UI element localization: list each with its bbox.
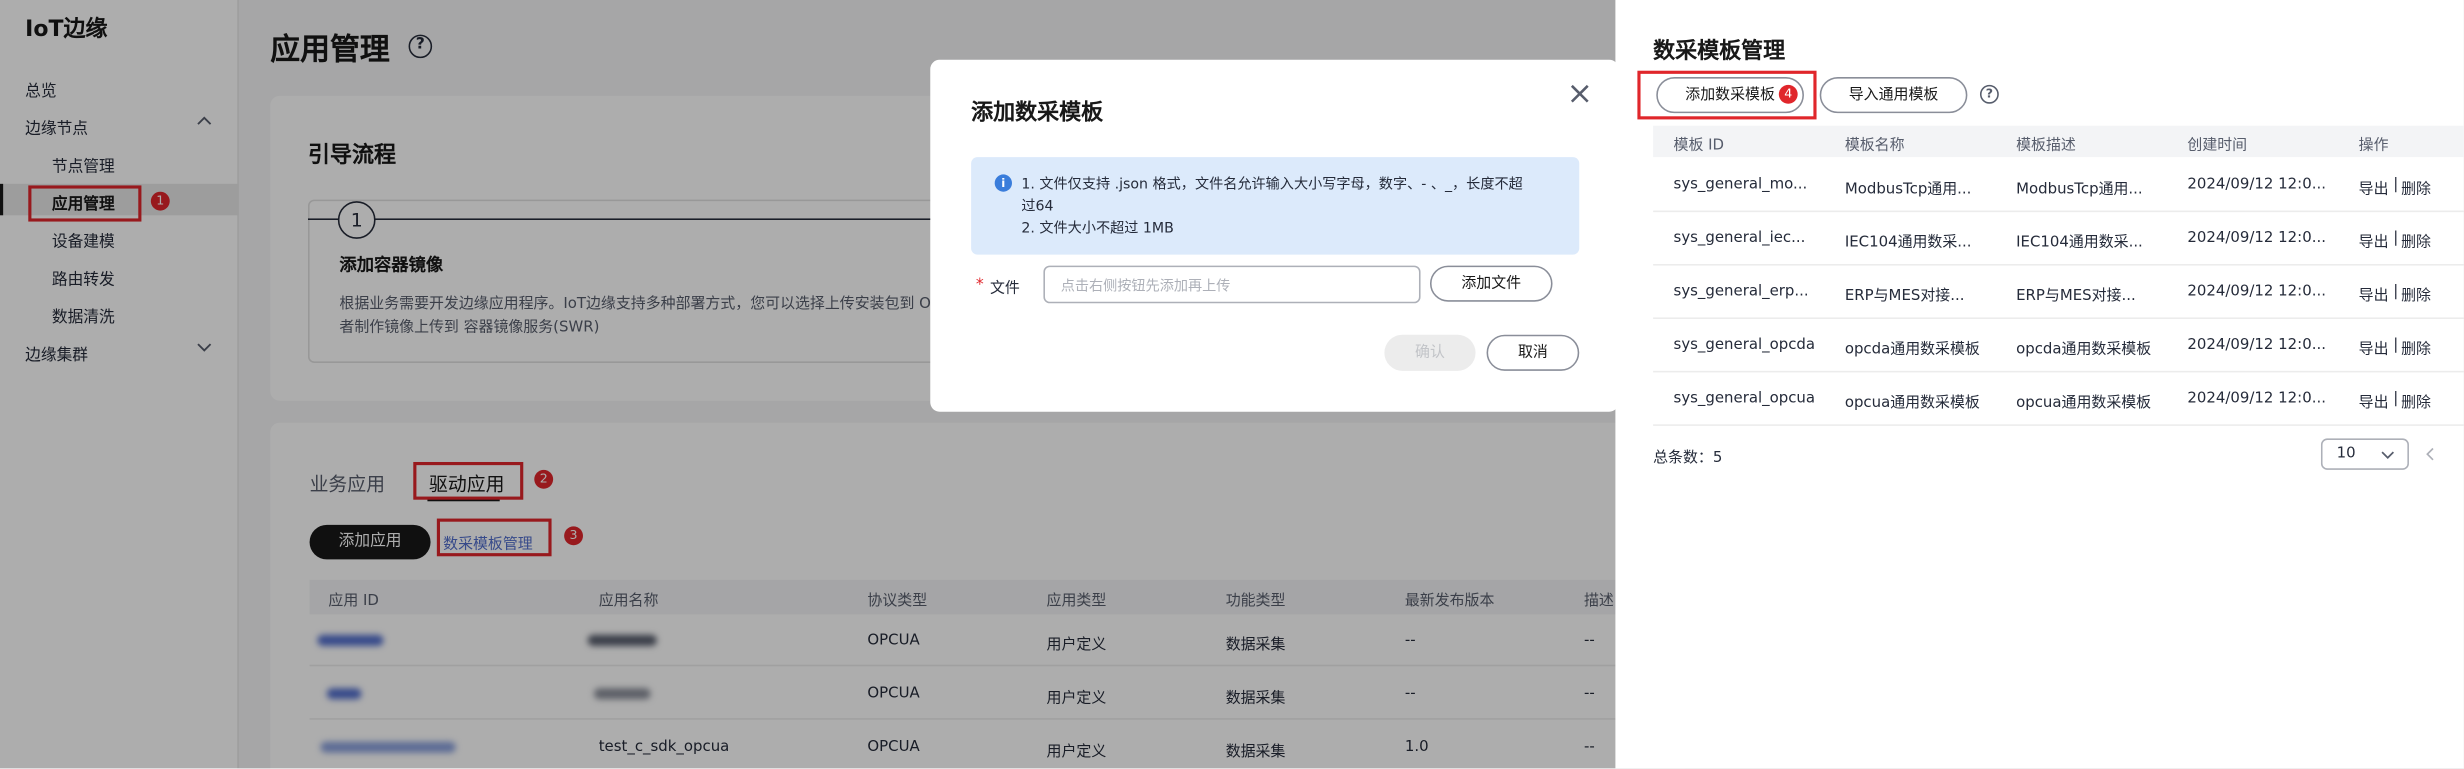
cell-template-desc: opcda通用数采模板	[2016, 340, 2152, 359]
add-file-button[interactable]: 添加文件	[1429, 265, 1553, 302]
cell-template-id: sys_general_opcda	[1673, 336, 1816, 354]
row-divider	[1653, 263, 2464, 266]
cell-template-name: IEC104通用数采...	[1844, 234, 1972, 252]
col-template-name: 模板名称	[1844, 136, 1905, 154]
confirm-button[interactable]: 确认	[1384, 334, 1476, 371]
export-link[interactable]: 导出	[2359, 176, 2389, 198]
cancel-button[interactable]: 取消	[1486, 334, 1580, 371]
highlight-box-4	[1637, 70, 1817, 120]
file-input-placeholder: 点击右侧按钮先添加再上传	[1060, 279, 1231, 296]
total-count: 总条数：5	[1653, 449, 1723, 467]
cell-created-time: 2024/09/12 12:0...	[2187, 229, 2326, 247]
cell-created-time: 2024/09/12 12:0...	[2187, 282, 2326, 301]
info-banner: i 1. 文件仅支持 .json 格式，文件名允许输入大小写字母，数字、- 、_…	[971, 157, 1580, 255]
dialog-title: 添加数采模板	[971, 100, 1104, 126]
file-label: 文件	[989, 279, 1020, 297]
col-created-time: 创建时间	[2187, 136, 2248, 154]
cell-template-id: sys_general_iec...	[1673, 229, 1806, 247]
drawer-title: 数采模板管理	[1653, 39, 1786, 65]
delete-link[interactable]: 删除	[2401, 336, 2431, 358]
cell-template-desc: IEC104通用数采...	[2016, 234, 2143, 252]
cell-template-name: opcua通用数采模板	[1844, 394, 1980, 412]
drawer-help-icon[interactable]: ?	[1979, 84, 1999, 104]
cell-template-desc: ERP与MES对接...	[2016, 287, 2136, 305]
chevron-down-icon	[2381, 451, 2394, 459]
row-divider	[1653, 317, 2464, 319]
prev-page-icon[interactable]	[2423, 446, 2437, 462]
row-divider	[1653, 370, 2464, 373]
add-template-dialog: 添加数采模板 × i 1. 文件仅支持 .json 格式，文件名允许输入大小写字…	[930, 59, 1619, 412]
delete-link[interactable]: 删除	[2401, 283, 2431, 305]
info-line-2: 过64	[1021, 199, 1054, 216]
required-mark: *	[975, 276, 984, 294]
info-line-3: 2. 文件大小不超过 1MB	[1021, 221, 1174, 238]
op-separator: |	[2393, 229, 2399, 247]
cell-template-desc: opcua通用数采模板	[2016, 394, 2152, 412]
export-link[interactable]: 导出	[2359, 336, 2389, 358]
import-template-button[interactable]: 导入通用模板	[1819, 76, 1968, 114]
export-link[interactable]: 导出	[2359, 229, 2389, 251]
file-input[interactable]: 点击右侧按钮先添加再上传	[1043, 265, 1421, 304]
col-operations: 操作	[2358, 136, 2389, 154]
delete-link[interactable]: 删除	[2401, 390, 2431, 411]
cell-template-name: ModbusTcp通用...	[1844, 180, 1972, 198]
info-icon: i	[994, 174, 1012, 192]
row-divider	[1653, 210, 2464, 213]
op-separator: |	[2393, 389, 2399, 407]
col-template-desc: 模板描述	[2016, 136, 2076, 154]
export-link[interactable]: 导出	[2359, 390, 2389, 411]
app-root: IoT边缘 总览 边缘节点 节点管理 应用管理 1 设备建模 路由转发 数据清洗…	[0, 0, 2464, 769]
cell-template-desc: ModbusTcp通用...	[2016, 180, 2143, 198]
cell-template-name: ERP与MES对接...	[1844, 287, 1965, 305]
op-separator: |	[2393, 282, 2399, 301]
close-icon[interactable]: ×	[1567, 77, 1593, 108]
delete-link[interactable]: 删除	[2401, 176, 2431, 198]
op-separator: |	[2393, 175, 2399, 194]
template-mgmt-drawer: 数采模板管理 添加数采模板 4 导入通用模板 ? 模板 ID 模板名称 模板描述…	[1615, 0, 2464, 769]
cell-template-id: sys_general_mo...	[1673, 175, 1808, 194]
row-divider	[1653, 424, 2464, 426]
cell-created-time: 2024/09/12 12:0...	[2187, 175, 2326, 194]
cell-template-name: opcda通用数采模板	[1844, 340, 1980, 359]
cell-created-time: 2024/09/12 12:0...	[2187, 389, 2326, 407]
delete-link[interactable]: 删除	[2401, 229, 2431, 251]
cell-created-time: 2024/09/12 12:0...	[2187, 336, 2326, 354]
op-separator: |	[2393, 336, 2399, 354]
cell-template-id: sys_general_opcua	[1673, 389, 1816, 407]
page-size-select[interactable]: 10	[2320, 438, 2409, 470]
cell-template-id: sys_general_erp...	[1673, 282, 1809, 301]
col-template-id: 模板 ID	[1673, 136, 1725, 154]
export-link[interactable]: 导出	[2359, 283, 2389, 305]
info-line-1: 1. 文件仅支持 .json 格式，文件名允许输入大小写字母，数字、- 、_，长…	[1021, 177, 1523, 194]
page-size-value: 10	[2336, 444, 2356, 462]
